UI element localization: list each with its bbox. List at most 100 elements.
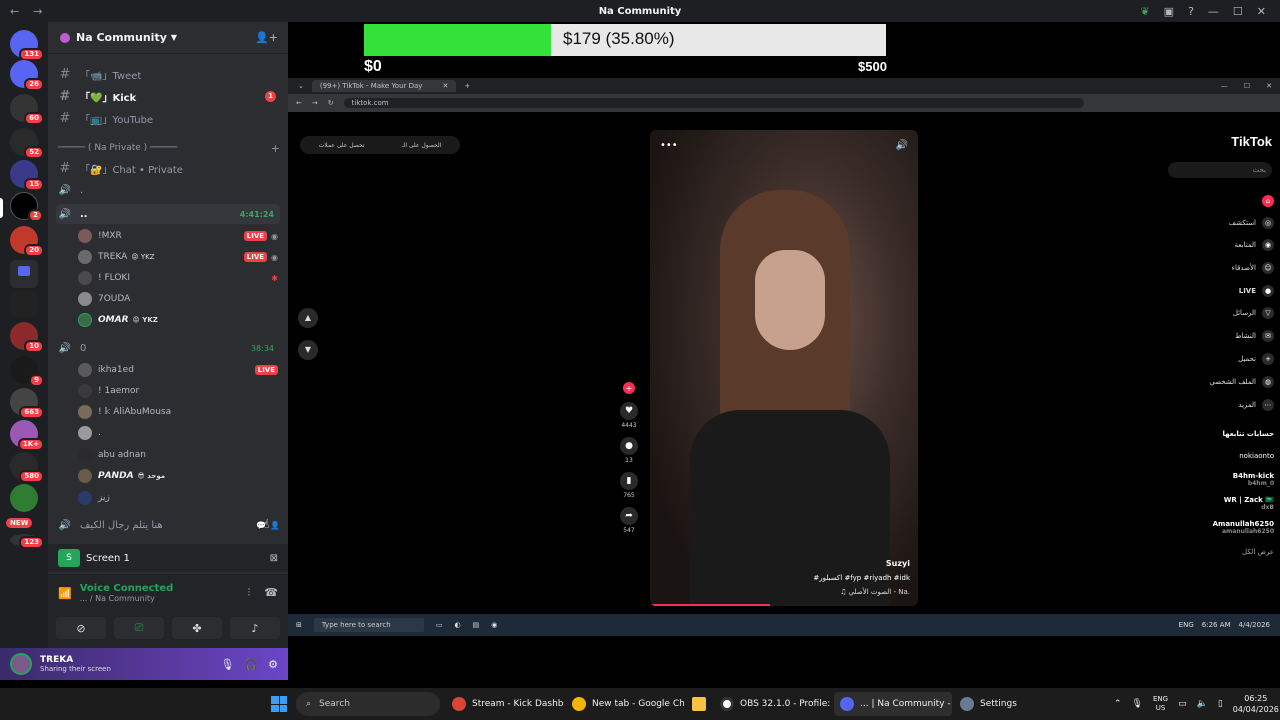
activities-button[interactable]: ✤ (172, 617, 222, 639)
voice-channel-active[interactable]: 🔊 .. 4:41:24 (56, 204, 280, 224)
nav-live[interactable]: LIVE ● (1154, 284, 1274, 298)
voice-channel[interactable]: 🔊 . (56, 180, 280, 200)
tiktok-search-input[interactable]: بحث (1168, 162, 1272, 178)
voice-user[interactable]: زيز (78, 488, 278, 508)
voice-user[interactable]: 𝙋𝘼𝙉𝘿𝘼 😎 موحد (78, 466, 278, 486)
noise-suppression-icon[interactable]: ⫶ (248, 586, 251, 600)
avatar[interactable] (10, 653, 32, 675)
taskbar-app-explorer[interactable] (686, 692, 714, 716)
volume-icon[interactable]: 🔊 (896, 140, 908, 151)
following-account[interactable]: nokiaonto (1154, 452, 1274, 460)
nav-following[interactable]: المتابعة ◉ (1154, 238, 1274, 252)
edge-icon[interactable]: ◐ (455, 621, 461, 629)
headphones-icon[interactable]: 🎧 (244, 658, 258, 671)
voice-user[interactable]: 𝙊𝙈𝘼𝙍 😡 YKZ (78, 310, 278, 330)
browser-tab[interactable]: (99+) TikTok - Make Your Day ✕ (311, 80, 457, 92)
server-icon[interactable]: 580 (10, 452, 44, 483)
voice-channel[interactable]: 🔊 0 38:34 (56, 338, 280, 358)
screen-share-button[interactable]: ⎚ (114, 617, 164, 639)
server-icon[interactable]: 52 (10, 128, 44, 159)
more-options-icon[interactable]: ••• (660, 140, 678, 151)
server-icon[interactable]: 1K+ (10, 420, 44, 451)
channel-kick[interactable]: # 「💚」Kick 1 (56, 86, 280, 106)
voice-user[interactable]: ! 𝕜 AliAbuMousa (78, 402, 278, 422)
shared-search-box[interactable]: Type here to search (313, 618, 424, 632)
back-icon[interactable]: ← (296, 99, 302, 107)
server-icon[interactable]: 60 (10, 94, 44, 125)
server-header[interactable]: Na Community ▼ 👤+ (48, 22, 288, 54)
comment-icon[interactable]: ● (620, 437, 638, 455)
signal-icon[interactable]: 📶 (58, 587, 72, 600)
tab-close-icon[interactable]: ✕ (442, 82, 448, 90)
tab-list-icon[interactable]: ⌄ (298, 82, 304, 90)
nav-messages[interactable]: الرسائل ▽ (1154, 306, 1274, 320)
stream-view[interactable]: $179 (35.80%) $0 $500 ⌄ (99+) TikTok - M… (288, 22, 1280, 636)
add-member-icon[interactable]: 👤 (270, 521, 280, 530)
popout-icon[interactable]: ⊠ (270, 553, 278, 564)
server-icon[interactable] (10, 484, 38, 512)
minimize-icon[interactable]: — (1221, 82, 1228, 90)
server-icon[interactable]: 26 (10, 60, 44, 91)
forward-icon[interactable]: → (312, 99, 318, 107)
voice-location[interactable]: ... / Na Community (80, 594, 174, 603)
voice-user[interactable]: . (78, 423, 278, 443)
clock[interactable]: 06:25 04/04/2026 (1233, 693, 1279, 715)
nav-more[interactable]: المزيد ⋯ (1154, 398, 1274, 412)
taskview-icon[interactable]: ▭ (436, 621, 443, 629)
tiktok-video[interactable]: ••• 🔊 Suzyi #اكسبلور #fyp #riyadh #idk ♫… (650, 130, 918, 606)
category-na-private[interactable]: ───── ( Na Private ) ───── + (58, 140, 280, 156)
server-icon[interactable] (10, 290, 38, 318)
camera-off-button[interactable]: ⊘ (56, 617, 106, 639)
input-language[interactable]: ENG US (1153, 695, 1168, 713)
new-tab-icon[interactable]: + (464, 82, 470, 90)
voice-status[interactable]: Voice Connected (80, 583, 174, 594)
voice-user[interactable]: ! 1aemor (78, 381, 278, 401)
heart-icon[interactable]: ♥ (620, 402, 638, 420)
disconnect-icon[interactable]: ☎ (264, 586, 278, 600)
voice-user[interactable]: ! FLOKI ✱ (78, 268, 278, 288)
nav-upload[interactable]: تحميل + (1154, 352, 1274, 366)
microphone-icon[interactable]: 🎙 (1132, 699, 1143, 709)
following-account[interactable]: Amanullah6250 amanullah6250 (1154, 520, 1274, 535)
gear-icon[interactable]: ⚙ (268, 658, 278, 671)
voice-user[interactable]: TREKA 😡 YKZ LIVE ◉ (78, 247, 278, 267)
windows-icon[interactable]: ⊞ (296, 621, 302, 629)
taskbar-app-obs[interactable]: OBS 32.1.0 - Profile: Unt (714, 692, 832, 716)
share-icon[interactable]: ➦ (620, 507, 638, 525)
previous-video-button[interactable]: ▲ (298, 308, 318, 328)
microphone-icon[interactable]: 🎙 (220, 658, 234, 671)
voice-user[interactable]: 7OUDA (78, 289, 278, 309)
voice-channel[interactable]: 🔊 هنا يتلم رجال الكيف 💬 👤 (56, 515, 280, 535)
taskbar-app-settings[interactable]: Settings (954, 692, 1024, 716)
taskbar-app-discord[interactable]: ... | Na Community - Disc (834, 692, 952, 716)
folder-icon[interactable] (10, 260, 38, 288)
follow-plus-icon[interactable]: + (623, 382, 635, 394)
see-all-link[interactable]: عرض الكل (1154, 548, 1274, 556)
following-account[interactable]: B4hm-kick b4hm_0 (1154, 472, 1274, 487)
nav-activity[interactable]: النشاط ✉ (1154, 329, 1274, 343)
voice-user[interactable]: ikha1ed LIVE (78, 360, 278, 380)
maximize-icon[interactable]: ☐ (1244, 82, 1250, 90)
battery-icon[interactable]: ▯ (1218, 699, 1223, 709)
server-icon[interactable]: 663 (10, 388, 44, 419)
channel-chat-private[interactable]: # 「🔐」Chat • Private (56, 158, 280, 178)
address-bar[interactable]: tiktok.com (343, 98, 1084, 108)
following-account[interactable]: WR | Zack 🇸🇦 dxB (1154, 496, 1274, 511)
video-author[interactable]: Suzyi (886, 559, 910, 568)
server-icon[interactable]: 9 (10, 356, 44, 387)
explorer-icon[interactable]: ▤ (473, 621, 480, 629)
voice-user[interactable]: !MXR LIVE ◉ (78, 226, 278, 246)
direct-messages-icon[interactable]: 131 (10, 30, 44, 61)
network-icon[interactable]: ▭ (1178, 699, 1187, 709)
soundboard-button[interactable]: ♪ (230, 617, 280, 639)
chrome-icon[interactable]: ◉ (491, 621, 497, 629)
nav-explore[interactable]: استكشف ◎ (1154, 216, 1274, 230)
screen-share-panel[interactable]: S Screen 1 ⊠ (48, 544, 288, 572)
start-button[interactable] (271, 696, 287, 712)
tiktok-logo[interactable]: TikTok (1231, 134, 1272, 149)
server-icon[interactable]: 15 (10, 160, 44, 191)
video-sound[interactable]: ♫ الصوت الأصلي - Na. (840, 588, 910, 596)
channel-youtube[interactable]: # 「📺」YouTube (56, 108, 280, 128)
next-video-button[interactable]: ▼ (298, 340, 318, 360)
volume-icon[interactable]: 🔈 (1197, 699, 1208, 709)
